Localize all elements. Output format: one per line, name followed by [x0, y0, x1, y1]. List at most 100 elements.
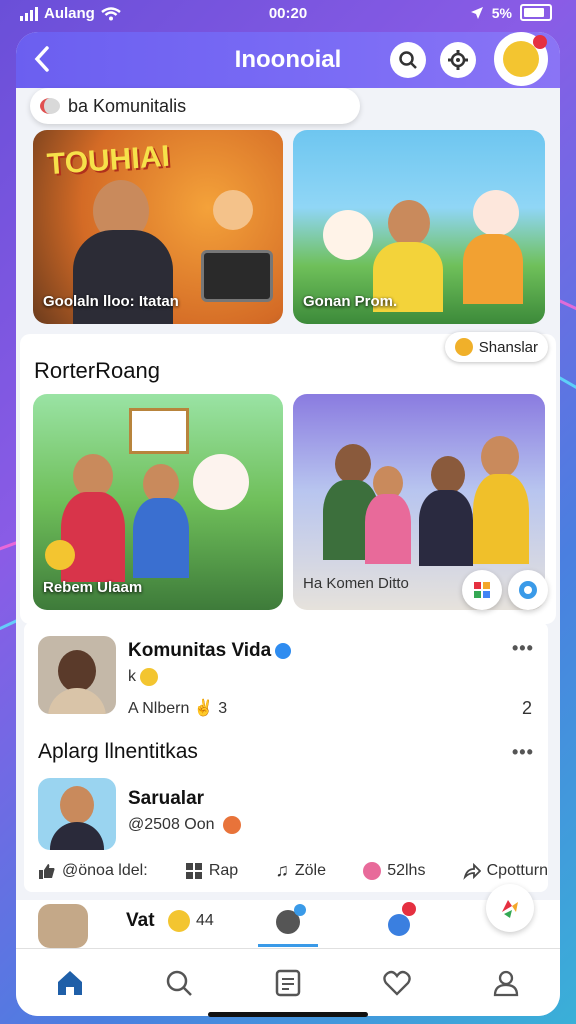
tab-home[interactable] — [50, 963, 90, 1003]
emoji-icon — [140, 668, 159, 686]
verified-icon — [275, 642, 292, 659]
create-post-button[interactable] — [486, 884, 534, 932]
post-meta-text: A Nlbern — [128, 700, 190, 717]
action-grid[interactable]: Rap — [185, 860, 238, 881]
search-icon — [399, 51, 417, 69]
emoji-icon — [168, 910, 190, 932]
person-illustration — [365, 494, 411, 564]
app-shortcut-button[interactable] — [462, 570, 502, 610]
sticker-icon — [222, 816, 241, 834]
cartoon-character — [213, 190, 253, 230]
colorful-app-icon — [502, 900, 518, 918]
card-caption: Goolaln lloo: Itatan — [43, 293, 179, 310]
notification-badge — [402, 902, 416, 916]
tab-profile[interactable] — [486, 963, 526, 1003]
post-author-name: Komunitas Vida — [128, 640, 272, 661]
person-illustration — [388, 200, 430, 246]
home-indicator — [208, 1012, 368, 1017]
bottom-tab-bar — [16, 948, 560, 1016]
active-indicator — [258, 944, 318, 947]
community-icon — [40, 98, 60, 114]
preview-count: 44 — [196, 912, 214, 929]
heart-icon — [383, 970, 411, 996]
person-illustration — [473, 474, 529, 564]
post-author: Komunitas Vida — [128, 640, 292, 662]
post-thumbnail[interactable] — [38, 904, 88, 948]
tab-feed[interactable] — [268, 963, 308, 1003]
post-line: k — [128, 668, 159, 686]
emoji-icon — [363, 861, 382, 880]
post-thumbnail[interactable] — [38, 636, 116, 714]
music-note-icon: ♫ — [275, 860, 289, 880]
picture-frame-illustration — [129, 408, 189, 454]
location-button[interactable] — [508, 570, 548, 610]
cartoon-character — [323, 210, 373, 260]
cartoon-character — [473, 190, 519, 236]
app-window: Inoonoial ba Komunitalis TOUHIAI Goolaln… — [16, 32, 560, 1016]
action-music[interactable]: ♫ Zöle — [275, 860, 326, 881]
community-search-field[interactable]: ba Komunitalis — [30, 88, 360, 124]
hand-icon: ✌ — [193, 700, 214, 717]
grid-icon — [185, 862, 202, 879]
more-options-button[interactable]: ••• — [512, 742, 534, 763]
chat-icon — [388, 914, 410, 936]
action-like[interactable]: @önoa ldel: — [38, 860, 148, 881]
action-label: Cpotturn — [486, 861, 548, 879]
community-card[interactable]: TOUHIAI Goolaln lloo: Itatan — [33, 130, 283, 324]
person-photo — [60, 786, 94, 824]
emoji-icon — [454, 338, 473, 356]
chip-label: Shanslar — [478, 338, 538, 356]
community-card[interactable]: Gonan Prom. — [293, 130, 545, 324]
card-caption: Ha Komen Ditto — [303, 575, 409, 592]
post-thumbnail[interactable] — [38, 778, 116, 850]
cartoon-character — [463, 234, 523, 304]
post-meta: A Nlbern ✌ 3 — [128, 698, 227, 718]
notification-badge — [533, 35, 547, 49]
emoji-sticker — [45, 540, 75, 570]
person-illustration — [481, 436, 519, 478]
person-photo — [58, 650, 96, 692]
person-illustration — [431, 456, 465, 494]
filter-chip[interactable]: Shanslar — [444, 332, 548, 362]
action-react[interactable]: 52lhs — [363, 860, 425, 881]
gear-icon — [448, 50, 468, 70]
person-illustration — [61, 492, 125, 582]
tv-illustration — [201, 250, 273, 302]
action-share[interactable]: Cpotturn — [462, 860, 548, 881]
person-photo — [48, 688, 106, 714]
action-label: Zöle — [294, 861, 326, 879]
profile-avatar[interactable] — [494, 32, 548, 86]
post-actions: @önoa ldel: Rap ♫ Zöle 52lhs Cpotturn — [38, 860, 548, 881]
search-button[interactable] — [390, 42, 426, 78]
settings-button[interactable] — [440, 42, 476, 78]
tab-search[interactable] — [159, 963, 199, 1003]
post-line-text: k — [128, 668, 136, 686]
share-icon — [462, 862, 481, 880]
community-card[interactable]: Ha Komen Ditto — [293, 394, 545, 610]
feed-icon — [275, 969, 301, 997]
person-illustration — [335, 444, 371, 484]
notification-dot — [294, 904, 306, 916]
card-banner: TOUHIAI — [45, 139, 171, 182]
feed-preview-row: Vat 44 — [16, 884, 560, 948]
post-count: 2 — [522, 698, 533, 718]
card-caption: Gonan Prom. — [303, 293, 398, 310]
page-title: Inoonoial — [234, 46, 342, 73]
preview-name: Vat — [126, 910, 155, 931]
home-icon — [58, 971, 83, 995]
status-bar: Aulang 00:20 5% — [0, 0, 576, 28]
location-icon — [470, 6, 483, 19]
action-label: @önoa ldel: — [62, 861, 148, 879]
action-label: Rap — [208, 861, 239, 879]
person-illustration — [419, 490, 473, 566]
tab-favorites[interactable] — [377, 963, 417, 1003]
target-icon — [519, 581, 537, 599]
community-card[interactable]: Rebem Ulaam — [33, 394, 283, 610]
search-icon — [166, 970, 193, 996]
profile-icon — [493, 970, 518, 997]
app-bar: Inoonoial — [16, 32, 560, 88]
section-title: RorterRoang — [34, 358, 160, 383]
more-options-button[interactable]: ••• — [512, 638, 534, 659]
battery-percent: 5% — [491, 4, 512, 21]
colorful-app-icon — [474, 582, 490, 598]
